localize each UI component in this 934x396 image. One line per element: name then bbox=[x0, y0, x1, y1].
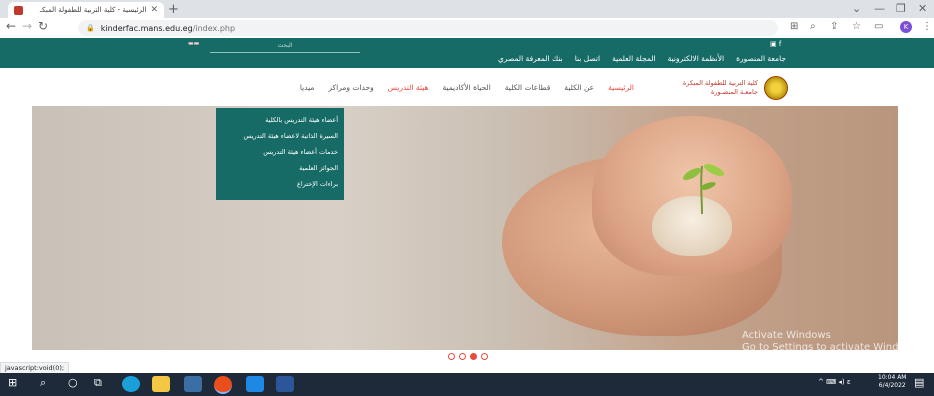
logo-subtitle: جامعـة المنصـورة bbox=[710, 88, 758, 96]
file-explorer-icon[interactable] bbox=[152, 376, 170, 392]
minimize-icon[interactable]: — bbox=[874, 2, 885, 15]
clock-time: 10:04 AM bbox=[878, 374, 907, 381]
dropdown-item-patents[interactable]: براءات الإختراع bbox=[222, 176, 338, 192]
share-icon[interactable]: ⇪ bbox=[830, 21, 838, 32]
back-icon[interactable]: ← bbox=[6, 19, 16, 33]
nav-about[interactable]: عن الكلية bbox=[564, 83, 594, 92]
dropdown-item-services[interactable]: خدمات أعضاء هيئة التدريس bbox=[222, 144, 338, 160]
site-favicon-icon bbox=[14, 5, 23, 15]
watermark-line2: Go to Settings to activate Windows. bbox=[742, 342, 922, 353]
system-tray[interactable]: ^ ⌨ ◂) ε bbox=[818, 378, 851, 386]
nav-home[interactable]: الرئيسية bbox=[608, 83, 634, 92]
menu-kebab-icon[interactable]: ⋮ bbox=[922, 21, 932, 32]
site-top-bar bbox=[0, 38, 934, 68]
slider-dot-active[interactable] bbox=[470, 353, 477, 360]
windows-taskbar bbox=[0, 373, 934, 396]
site-logo[interactable]: كلية التربية للطفولة المبكرة جامعـة المن… bbox=[668, 75, 788, 101]
reload-icon[interactable]: ↻ bbox=[38, 19, 48, 33]
main-menu: الرئيسية عن الكلية قطاعات الكلية الحياة … bbox=[300, 83, 634, 92]
zoom-icon[interactable]: ⌕ bbox=[810, 21, 816, 32]
restore-icon[interactable]: ❐ bbox=[896, 2, 906, 15]
college-logo-icon bbox=[764, 76, 788, 100]
dropdown-item-cv[interactable]: السيرة الذاتية لاعضاء هيئة التدريس bbox=[222, 128, 338, 144]
close-window-icon[interactable]: ✕ bbox=[918, 2, 927, 15]
sprout-icon bbox=[683, 164, 725, 215]
slider-dot[interactable] bbox=[459, 353, 466, 360]
nav-sectors[interactable]: قطاعات الكلية bbox=[505, 83, 551, 92]
taskbar-clock[interactable]: 10:04 AM 6/4/2022 bbox=[878, 374, 906, 390]
slider-dot[interactable] bbox=[448, 353, 455, 360]
word-icon[interactable] bbox=[276, 376, 294, 392]
top-links: جامعة المنصورة الأنظمة الالكترونية المجل… bbox=[498, 54, 786, 63]
nav-media[interactable]: ميديا bbox=[300, 83, 315, 92]
dropdown-item-awards[interactable]: الجوائز العلمية bbox=[222, 160, 338, 176]
forward-icon[interactable]: → bbox=[22, 19, 32, 33]
input-language[interactable]: ε bbox=[847, 378, 851, 386]
mail-icon[interactable] bbox=[246, 376, 264, 392]
logo-title: كلية التربية للطفولة المبكرة bbox=[682, 79, 758, 87]
watermark-line1: Activate Windows bbox=[742, 330, 831, 341]
close-tab-icon[interactable]: ✕ bbox=[150, 5, 158, 15]
nav-faculty[interactable]: هيئة التدريس bbox=[388, 83, 429, 92]
chrome-icon[interactable] bbox=[214, 376, 232, 394]
new-tab-button[interactable]: + bbox=[168, 2, 179, 17]
translate-icon[interactable]: ⊞ bbox=[790, 21, 798, 32]
social-icons[interactable]: ▣ f bbox=[770, 40, 781, 48]
slider-dot[interactable] bbox=[481, 353, 488, 360]
browser-tab[interactable]: الرئيسية - كلية التربية للطفولة المبكـ ✕ bbox=[8, 2, 164, 18]
nav-units-centers[interactable]: وحدات ومراكز bbox=[328, 83, 373, 92]
top-link-journal[interactable]: المجلة العلمية bbox=[612, 54, 656, 63]
top-link-university[interactable]: جامعة المنصورة bbox=[736, 54, 786, 63]
edge-icon[interactable] bbox=[122, 376, 140, 392]
site-search-input[interactable]: البحث bbox=[210, 40, 360, 53]
windows-start-icon[interactable]: ⊞ bbox=[8, 376, 17, 389]
sidepanel-icon[interactable]: ▭ bbox=[874, 21, 883, 32]
cortana-icon[interactable]: ○ bbox=[68, 376, 78, 389]
language-flag-icon[interactable]: ▬▬ bbox=[188, 40, 199, 47]
hero-slider-image[interactable] bbox=[32, 106, 898, 350]
url-host: kinderfac.mans.edu.eg bbox=[100, 23, 193, 33]
notifications-icon[interactable]: ▤ bbox=[914, 376, 924, 389]
activate-windows-watermark: Activate Windows Go to Settings to activ… bbox=[742, 330, 921, 354]
faculty-dropdown-menu: أعضاء هيئة التدريس بالكلية السيرة الذاتي… bbox=[216, 108, 344, 200]
nav-academic-life[interactable]: الحياة الأكاديمية bbox=[442, 83, 490, 92]
lock-icon: 🔒 bbox=[86, 24, 95, 32]
profile-avatar[interactable]: K bbox=[900, 21, 912, 33]
task-view-icon[interactable]: ⧉ bbox=[94, 376, 102, 390]
search-icon[interactable]: ⌕ bbox=[40, 376, 46, 390]
bookmark-star-icon[interactable]: ☆ bbox=[852, 21, 861, 32]
top-link-e-systems[interactable]: الأنظمة الالكترونية bbox=[668, 54, 725, 63]
dropdown-item-faculty-members[interactable]: أعضاء هيئة التدريس بالكلية bbox=[222, 112, 338, 128]
top-link-contact[interactable]: اتصل بنا bbox=[575, 54, 600, 63]
tab-search-icon[interactable]: ⌄ bbox=[852, 2, 861, 15]
clock-date: 6/4/2022 bbox=[878, 382, 906, 389]
store-icon[interactable] bbox=[184, 376, 202, 392]
slider-pagination bbox=[448, 353, 488, 360]
url-path: /index.php bbox=[192, 23, 236, 33]
tab-title: الرئيسية - كلية التربية للطفولة المبكـ bbox=[39, 6, 147, 14]
top-link-knowledge-bank[interactable]: بنك المعرفة المصري bbox=[498, 54, 563, 63]
address-bar[interactable]: 🔒 kinderfac.mans.edu.eg /index.php bbox=[78, 20, 778, 36]
